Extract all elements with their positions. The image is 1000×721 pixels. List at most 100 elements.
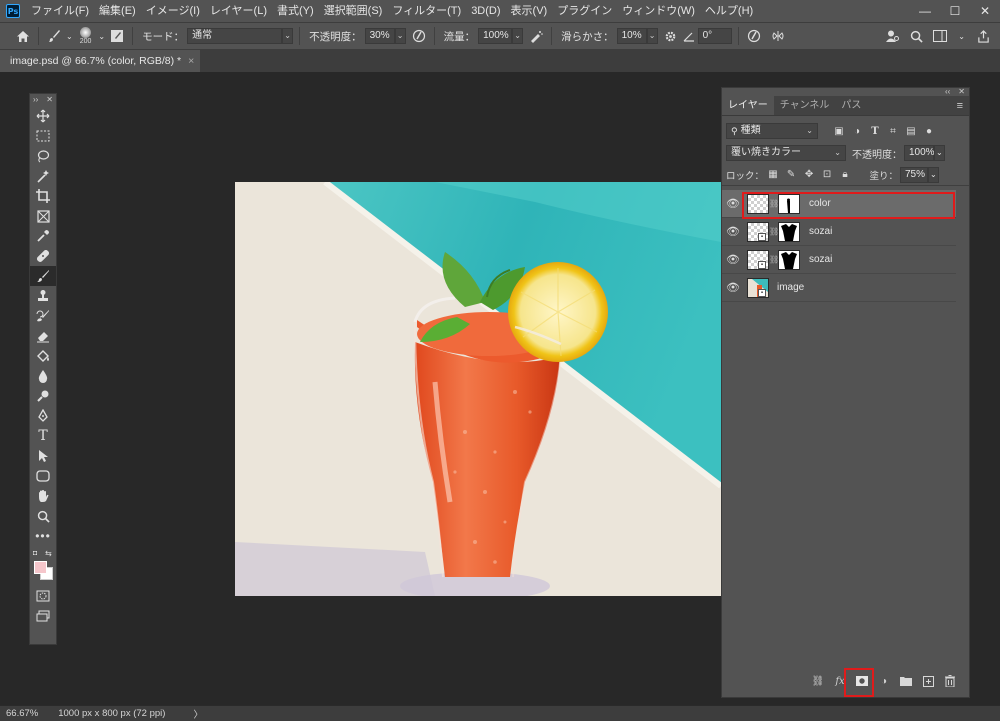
link-chain-icon[interactable]: ⛓︎ [769,199,779,208]
link-icon[interactable]: ⛓︎ [809,672,827,690]
flow-input[interactable]: 100% ⌄ [478,28,524,44]
eyedropper-tool[interactable] [30,226,56,246]
visibility-eye-icon[interactable]: 👁︎ [722,197,744,210]
layer-row-sozai[interactable]: 👁︎ ▪ ⛓︎ sozai [722,218,956,246]
pressure-size-icon[interactable] [745,27,763,45]
zoom-tool[interactable] [30,506,56,526]
airbrush-icon[interactable] [527,27,545,45]
tab-channels[interactable]: チャンネル [774,96,836,115]
menu-image[interactable]: イメージ(I) [141,0,205,22]
close-icon[interactable]: ✕ [46,94,53,106]
foreground-color-swatch[interactable] [34,561,47,574]
filter-toggle-icon[interactable]: ● [920,126,938,137]
adjustment-icon[interactable]: ◑ [875,672,893,690]
blur-tool[interactable] [30,366,56,386]
brush-tool[interactable] [30,266,56,286]
fx-icon[interactable]: fx [831,672,849,690]
link-chain-icon[interactable]: ⛓︎ [769,227,779,236]
lock-artboard-icon[interactable]: ⊡ [818,169,836,180]
eraser-tool[interactable] [30,326,56,346]
lock-all-icon[interactable]: 🔒︎ [836,169,854,180]
tab-layers[interactable]: レイヤー [722,96,774,115]
layer-row-color[interactable]: 👁︎ ⛓︎ color [722,190,956,218]
tab-paths[interactable]: パス [835,96,867,115]
folder-icon[interactable] [897,672,915,690]
maximize-button[interactable]: ☐ [940,0,970,22]
healing-tool[interactable] [30,246,56,266]
chevron-down-icon[interactable]: ⌄ [928,166,939,183]
quick-mask-icon[interactable] [30,586,56,606]
crop-tool[interactable] [30,186,56,206]
minimize-button[interactable]: — [910,0,940,22]
lasso-tool[interactable] [30,146,56,166]
magic-wand-tool[interactable] [30,166,56,186]
menu-select[interactable]: 選択範囲(S) [319,0,388,22]
panel-menu-icon[interactable]: ≡ [951,96,969,115]
visibility-eye-icon[interactable]: 👁︎ [722,281,744,294]
close-tab-icon[interactable]: × [188,55,194,67]
frame-tool[interactable] [30,206,56,226]
lock-paint-icon[interactable]: ✎ [782,169,800,180]
symmetry-icon[interactable] [769,27,787,45]
pressure-opacity-icon[interactable] [410,27,428,45]
filter-pixel-icon[interactable]: ▣ [830,126,848,137]
home-icon[interactable] [14,27,32,45]
shape-tool[interactable] [30,466,56,486]
menu-plugins[interactable]: プラグイン [552,0,617,22]
path-select-tool[interactable] [30,446,56,466]
menu-window[interactable]: ウィンドウ(W) [617,0,700,22]
close-panel-icon[interactable]: ✕ [958,88,965,96]
history-brush-tool[interactable] [30,306,56,326]
menu-view[interactable]: 表示(V) [506,0,553,22]
workspace-icon[interactable] [931,27,949,45]
collapse-panel-icon[interactable]: ‹‹ [945,88,950,96]
layer-opacity-input[interactable]: 100% [904,145,935,161]
menu-edit[interactable]: 編集(E) [94,0,141,22]
screen-mode-icon[interactable] [30,606,56,626]
marquee-tool[interactable] [30,126,56,146]
dodge-tool[interactable] [30,386,56,406]
zoom-level[interactable]: 66.67% [6,708,38,719]
visibility-eye-icon[interactable]: 👁︎ [722,253,744,266]
chevron-down-icon[interactable]: ⌄ [958,32,965,41]
stamp-tool[interactable] [30,286,56,306]
lock-transparent-icon[interactable]: ▦ [764,169,782,180]
layer-mask-thumbnail[interactable] [778,193,800,214]
brush-settings-icon[interactable] [108,27,126,45]
filter-type-icon[interactable]: T [866,126,884,137]
menu-layer[interactable]: レイヤー(L) [205,0,272,22]
trash-icon[interactable] [941,672,959,690]
brush-preset-icon[interactable] [45,27,63,45]
move-tool[interactable] [30,106,56,126]
opacity-input[interactable]: 30% ⌄ [364,28,406,44]
search-icon[interactable] [907,27,925,45]
new-layer-icon[interactable] [919,672,937,690]
layer-row-sozai[interactable]: 👁︎ ▪ ⛓︎ sozai [722,246,956,274]
angle-input[interactable]: 0° [697,28,732,44]
menu-type[interactable]: 書式(Y) [272,0,319,22]
chevron-down-icon[interactable]: ⌄ [934,145,945,161]
collapse-icon[interactable]: ›› [33,94,38,106]
menu-help[interactable]: ヘルプ(H) [700,0,758,22]
document-canvas[interactable] [235,182,721,596]
blend-mode-select[interactable]: 覆い焼きカラー ⌄ [726,145,846,161]
menu-file[interactable]: ファイル(F) [26,0,94,22]
share-user-icon[interactable] [883,27,901,45]
pen-tool[interactable] [30,406,56,426]
lock-position-icon[interactable]: ✥ [800,169,818,180]
share-icon[interactable] [974,27,992,45]
filter-smart-object-icon[interactable]: ▤ [902,126,920,137]
type-tool[interactable]: T [30,426,56,446]
filter-kind-select[interactable]: ⚲ 種類 ⌄ [726,123,818,139]
document-tab[interactable]: image.psd @ 66.7% (color, RGB/8) * × [0,50,201,72]
layer-row-image[interactable]: 👁︎ ▪ image [722,274,956,302]
menu-filter[interactable]: フィルター(T) [387,0,466,22]
link-chain-icon[interactable]: ⛓︎ [769,255,779,264]
paint-bucket-tool[interactable] [30,346,56,366]
swap-colors-icon[interactable]: ⇆ [45,549,52,558]
menu-3d[interactable]: 3D(D) [466,0,505,22]
filter-adjustment-icon[interactable]: ◑ [848,126,866,137]
default-colors-icon[interactable]: ◘ [33,550,37,557]
status-menu-arrow[interactable]: 〉 [193,707,203,721]
add-mask-icon[interactable] [853,672,871,690]
